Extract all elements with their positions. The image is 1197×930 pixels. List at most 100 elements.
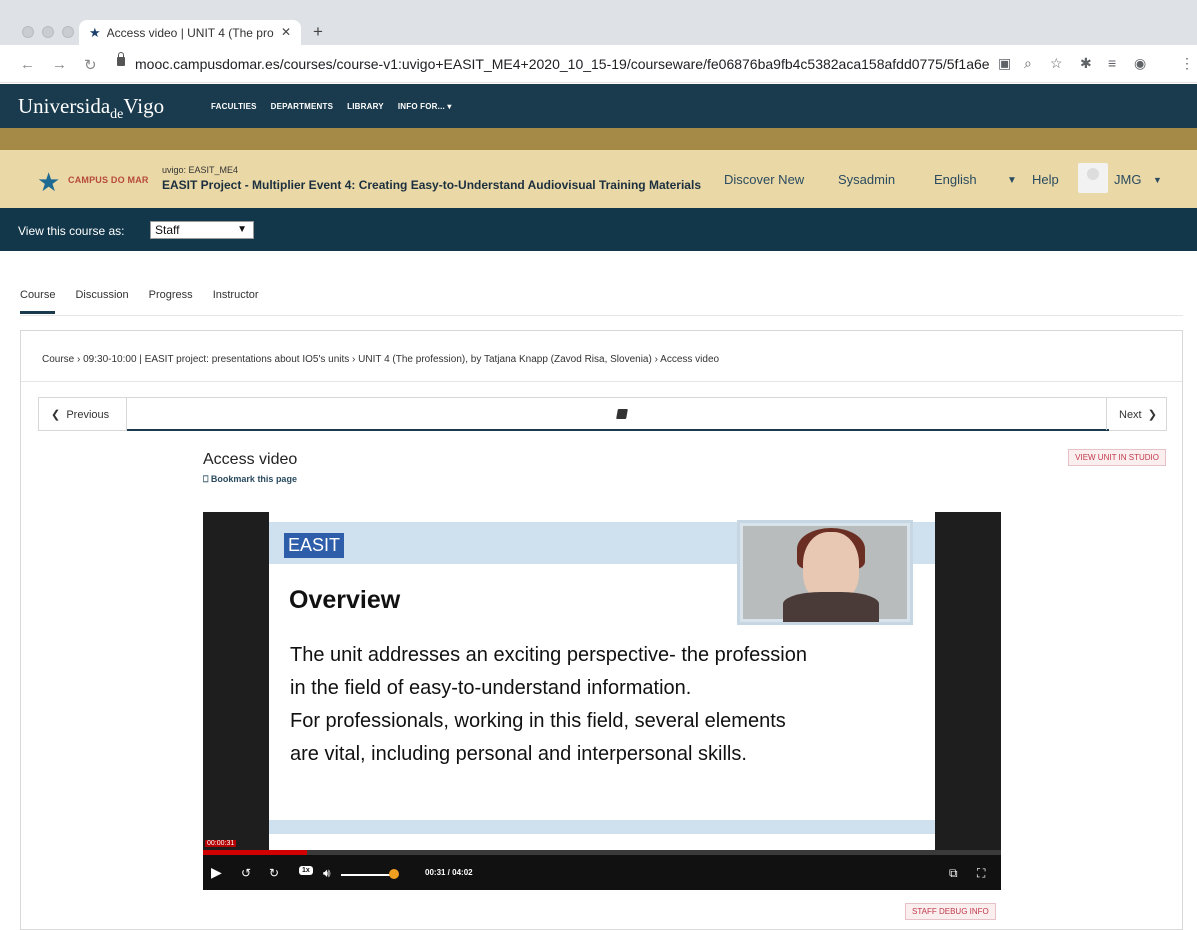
staff-debug-info-button[interactable]: STAFF DEBUG INFO: [905, 903, 996, 920]
easit-logo: EASIT: [284, 533, 345, 558]
video-time: 00:31 / 04:02: [425, 868, 473, 877]
maximize-window-button[interactable]: [62, 26, 74, 38]
staff-view-bar: View this course as: Staff ▼: [0, 208, 1197, 251]
active-unit-indicator: [127, 429, 1109, 431]
view-as-label: View this course as:: [18, 224, 125, 238]
slide-footer-band: [269, 820, 935, 834]
profile-icon[interactable]: ◉: [1134, 55, 1146, 72]
replay-icon[interactable]: ↺: [241, 866, 251, 880]
menu-library[interactable]: LIBRARY: [347, 102, 384, 111]
slide-line: For professionals, working in this field…: [290, 710, 786, 732]
logo-text-right: Vigo: [123, 94, 165, 118]
video-controls: 00:00:31 ▶ ↺ ↻ 1x 🔊︎ 00:31 / 04:02 ⧉ ⛶: [203, 840, 1001, 890]
previous-label: Previous: [66, 409, 110, 421]
user-menu[interactable]: JMG: [1114, 172, 1141, 187]
university-menu: FACULTIES DEPARTMENTS LIBRARY INFO FOR..…: [211, 102, 452, 111]
slide-line: The unit addresses an exciting perspecti…: [290, 644, 807, 666]
tab-discussion[interactable]: Discussion: [75, 289, 128, 314]
close-tab-icon[interactable]: ✕: [281, 25, 291, 39]
browser-tab-strip: ★ Access video | UNIT 4 (The pro ✕ +: [0, 0, 1197, 45]
captions-icon[interactable]: ⧉: [949, 866, 958, 881]
skip-forward-icon[interactable]: ↻: [269, 866, 279, 880]
avatar[interactable]: [1078, 163, 1108, 193]
address-bar[interactable]: mooc.campusdomar.es/courses/course-v1:uv…: [135, 56, 990, 72]
view-unit-in-studio-button[interactable]: VIEW UNIT IN STUDIO: [1068, 449, 1166, 466]
speed-button[interactable]: 1x: [299, 866, 313, 875]
chevron-left-icon: ❮: [51, 409, 61, 421]
video-progress-bar[interactable]: [203, 850, 1001, 855]
slide-text: The unit addresses an exciting perspecti…: [290, 639, 930, 771]
slide-heading: Overview: [289, 586, 401, 614]
presenter-background: [743, 526, 907, 622]
volume-slider[interactable]: [341, 874, 391, 876]
unit-book-icon[interactable]: [616, 409, 628, 419]
tab-title: Access video | UNIT 4 (The pro: [106, 25, 274, 40]
university-header: UniversidadeVigo FACULTIES DEPARTMENTS L…: [0, 84, 1197, 128]
slide-line: are vital, including personal and interp…: [290, 743, 747, 765]
back-icon[interactable]: ←: [20, 56, 35, 73]
bookmark-button[interactable]: ⎕ Bookmark this page: [203, 474, 297, 485]
sysadmin-link[interactable]: Sysadmin: [838, 172, 895, 187]
next-label: Next: [1119, 409, 1142, 421]
play-icon[interactable]: ▶: [211, 864, 222, 881]
course-id: uvigo: EASIT_ME4: [162, 165, 239, 175]
course-header: ★ CAMPUS DO MAR uvigo: EASIT_ME4 EASIT P…: [0, 150, 1197, 208]
window-controls[interactable]: [22, 26, 74, 38]
zoom-icon[interactable]: ⌕: [1024, 55, 1032, 72]
reload-icon[interactable]: ↻: [84, 56, 97, 74]
close-window-button[interactable]: [22, 26, 34, 38]
user-caret-icon[interactable]: ▼: [1153, 175, 1162, 185]
volume-handle[interactable]: [389, 869, 399, 879]
translate-icon[interactable]: ▣: [998, 55, 1011, 72]
browser-tab[interactable]: ★ Access video | UNIT 4 (The pro ✕: [79, 20, 301, 45]
slide-line: in the field of easy-to-understand infor…: [290, 677, 692, 699]
course-title: EASIT Project - Multiplier Event 4: Crea…: [162, 178, 701, 192]
help-link[interactable]: Help: [1032, 172, 1059, 187]
logo-text-left: Universida: [18, 94, 111, 118]
university-logo[interactable]: UniversidadeVigo: [18, 94, 165, 122]
bookmark-star-icon[interactable]: ☆: [1050, 55, 1063, 72]
bookmark-icon: ⎕: [203, 474, 209, 484]
course-tabs: Course Discussion Progress Instructor: [20, 289, 259, 314]
video-frame: EASIT Overview The unit addresses an exc…: [269, 512, 935, 850]
breadcrumb[interactable]: Course › 09:30-10:00 | EASIT project: pr…: [42, 354, 719, 365]
tab-instructor[interactable]: Instructor: [213, 289, 259, 314]
chevron-down-icon: ▼: [237, 224, 247, 235]
menu-faculties[interactable]: FACULTIES: [211, 102, 257, 111]
progress-fill: [203, 850, 307, 855]
language-chevron-icon[interactable]: ▼: [1007, 175, 1017, 186]
menu-departments[interactable]: DEPARTMENTS: [271, 102, 334, 111]
bookmark-label: Bookmark this page: [210, 474, 297, 484]
forward-icon[interactable]: →: [52, 56, 67, 73]
gold-divider: [0, 128, 1197, 150]
tab-progress[interactable]: Progress: [149, 289, 193, 314]
tab-course[interactable]: Course: [20, 289, 56, 314]
previous-button[interactable]: ❮ Previous: [39, 398, 127, 430]
sequence-navigation: ❮ Previous Next ❯: [38, 397, 1167, 431]
menu-icon[interactable]: ⋮: [1180, 55, 1194, 72]
extensions-icon[interactable]: ✱: [1080, 55, 1092, 72]
minimize-window-button[interactable]: [42, 26, 54, 38]
new-tab-icon[interactable]: +: [313, 22, 323, 42]
reading-list-icon[interactable]: ≡: [1108, 55, 1116, 71]
presenter-video: [737, 520, 913, 625]
view-as-select[interactable]: Staff ▼: [150, 221, 254, 239]
tab-divider: [20, 315, 1183, 316]
discover-new-link[interactable]: Discover New: [724, 172, 804, 187]
lock-icon: [117, 52, 125, 66]
view-as-value: Staff: [155, 223, 180, 237]
campus-star-icon: ★: [37, 167, 61, 197]
browser-toolbar: ← → ↻ mooc.campusdomar.es/courses/course…: [0, 45, 1197, 83]
favicon-star-icon: ★: [89, 24, 101, 40]
language-selector[interactable]: English: [934, 172, 977, 187]
menu-info-for[interactable]: INFO FOR... ▾: [398, 102, 452, 111]
breadcrumb-divider: [21, 381, 1182, 382]
chevron-right-icon: ❯: [1147, 409, 1157, 421]
next-button[interactable]: Next ❯: [1106, 398, 1166, 430]
logo-text-de: de: [110, 107, 124, 122]
unit-title: Access video: [203, 451, 298, 468]
video-player[interactable]: EASIT Overview The unit addresses an exc…: [203, 512, 1001, 890]
campus-logo-text[interactable]: CAMPUS DO MAR: [68, 175, 149, 185]
volume-icon[interactable]: 🔊︎: [323, 866, 331, 881]
fullscreen-icon[interactable]: ⛶: [977, 866, 985, 881]
